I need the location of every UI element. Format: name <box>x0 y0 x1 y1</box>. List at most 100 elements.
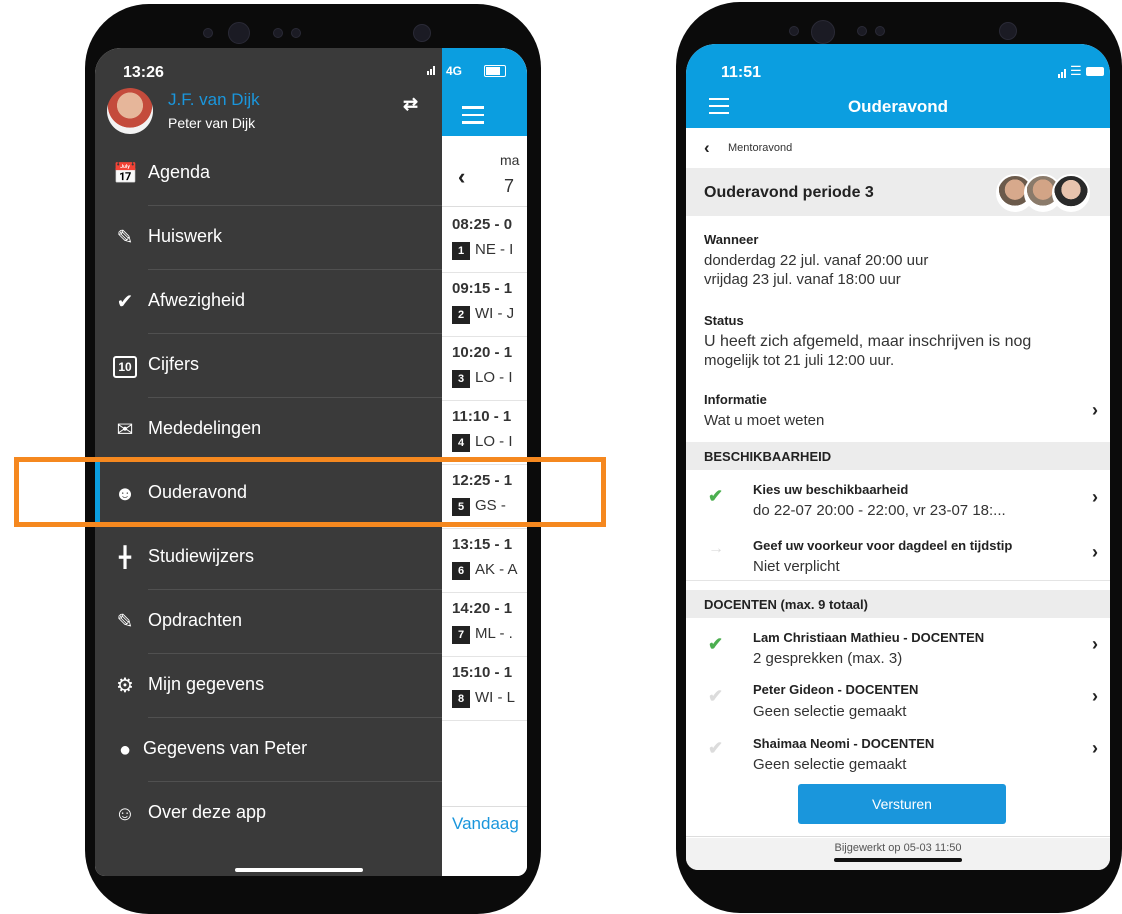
menu-item-huiswerk[interactable]: ✎ Huiswerk <box>95 206 442 270</box>
agenda-row[interactable]: 13:15 - 1 6 AK - A <box>442 528 527 593</box>
when-line2: vrijdag 23 jul. vanaf 18:00 uur <box>704 271 901 288</box>
agenda-time: 09:15 - 1 <box>452 280 513 297</box>
agenda-row[interactable]: 08:25 - 0 1 NE - I <box>442 208 527 273</box>
lesson-subject: LO - I <box>475 433 513 450</box>
agenda-time: 10:20 - 1 <box>452 344 513 361</box>
agenda-row[interactable]: 15:10 - 1 8 WI - L <box>442 656 527 721</box>
chevron-right-icon: › <box>1092 487 1098 507</box>
teacher-row[interactable]: ✔ Lam Christiaan Mathieu - DOCENTEN 2 ge… <box>686 618 1110 672</box>
lesson-hour-badge: 2 <box>452 306 470 324</box>
calendar-icon: 📅 <box>113 163 138 185</box>
menu-item-mijn-gegevens[interactable]: ⚙ Mijn gegevens <box>95 654 442 718</box>
status-section: Status U heeft zich afgemeld, maar insch… <box>686 300 1110 381</box>
lesson-hour-badge: 8 <box>452 690 470 708</box>
agenda-row[interactable]: 09:15 - 1 2 WI - J <box>442 272 527 337</box>
battery-icon <box>484 65 506 77</box>
menu-item-label: Opdrachten <box>148 610 243 630</box>
teachers-header: DOCENTEN (max. 9 totaal) <box>686 590 1110 618</box>
child-name: Peter van Dijk <box>168 115 256 131</box>
when-line1: donderdag 22 jul. vanaf 20:00 uur <box>704 252 929 269</box>
menu-item-label: Huiswerk <box>148 226 223 246</box>
page-title: Ouderavond <box>847 97 949 116</box>
signal-icon <box>427 66 435 75</box>
teachers-header-label: DOCENTEN (max. 9 totaal) <box>704 597 868 612</box>
envelope-icon: ✉ <box>116 419 134 441</box>
agenda-row[interactable]: 10:20 - 1 3 LO - I <box>442 336 527 401</box>
menu-item-afwezigheid[interactable]: ✔ Afwezigheid <box>95 270 442 334</box>
highlight-box <box>14 457 606 527</box>
switch-account-icon[interactable]: ⇄ <box>403 94 418 115</box>
status-line1: U heeft zich afgemeld, maar inschrijven … <box>704 333 1032 350</box>
teacher-row[interactable]: ✔ Shaimaa Neomi - DOCENTEN Geen selectie… <box>686 724 1110 776</box>
edit-icon: ✎ <box>116 227 134 249</box>
chevron-right-icon: › <box>1092 686 1098 706</box>
preference-item[interactable]: → Geef uw voorkeur voor dagdeel en tijds… <box>686 526 1110 581</box>
check-icon: ✔ <box>708 486 724 506</box>
person-icon: ● <box>118 739 132 761</box>
lesson-hour-badge: 1 <box>452 242 470 260</box>
menu-item-cijfers[interactable]: 10 Cijfers <box>95 334 442 398</box>
teacher-name: Shaimaa Neomi - DOCENTEN <box>753 736 935 751</box>
when-section: Wanneer donderdag 22 jul. vanaf 20:00 uu… <box>686 216 1110 301</box>
agenda-time: 15:10 - 1 <box>452 664 513 681</box>
menu-item-gegevens-van-peter[interactable]: ● Gegevens van Peter <box>95 718 442 782</box>
home-indicator <box>235 868 363 872</box>
teacher-status: Geen selectie gemaakt <box>753 756 907 773</box>
menu-item-studiewijzers[interactable]: ╋ Studiewijzers <box>95 526 442 590</box>
availability-header-label: BESCHIKBAARHEID <box>704 449 832 464</box>
lesson-subject: NE - I <box>475 241 514 258</box>
info-row[interactable]: Informatie Wat u moet weten › <box>686 380 1110 443</box>
info-value: Wat u moet weten <box>704 412 825 429</box>
hamburger-icon[interactable] <box>462 106 484 124</box>
assignment-icon: ✎ <box>116 611 134 633</box>
breadcrumb-label: Mentoravond <box>728 142 793 154</box>
chevron-left-icon[interactable]: ‹ <box>704 138 710 158</box>
chevron-right-icon: › <box>1092 400 1098 420</box>
availability-value: do 22-07 20:00 - 22:00, vr 23-07 18:... <box>753 502 1006 519</box>
parent-name: J.F. van Dijk <box>168 90 260 109</box>
right-phone-frame: 11:51 ☰ Ouderavond ‹ Mentoravond Ouderav… <box>676 2 1122 913</box>
today-link[interactable]: Vandaag <box>452 814 519 834</box>
menu-item-opdrachten[interactable]: ✎ Opdrachten <box>95 590 442 654</box>
day-label: ma <box>500 152 520 168</box>
menu-item-over-deze-app[interactable]: ☺ Over deze app <box>95 782 442 846</box>
lesson-hour-badge: 3 <box>452 370 470 388</box>
group-icon: ☺ <box>114 803 136 825</box>
network-label: 4G <box>446 64 463 78</box>
agenda-header: 4G <box>442 48 527 136</box>
teacher-row[interactable]: ✔ Peter Gideon - DOCENTEN Geen selectie … <box>686 672 1110 724</box>
chevron-right-icon: › <box>1092 738 1098 758</box>
date-label: 7 <box>504 176 515 196</box>
menu-item-label: Cijfers <box>148 354 200 374</box>
event-title: Ouderavond periode 3 <box>704 184 874 201</box>
breadcrumb[interactable]: ‹ Mentoravond <box>686 128 1110 168</box>
right-screen: 11:51 ☰ Ouderavond ‹ Mentoravond Ouderav… <box>686 44 1110 870</box>
agenda-row[interactable]: 11:10 - 1 4 LO - I <box>442 400 527 465</box>
agenda-time: 08:25 - 0 <box>452 216 513 233</box>
chevron-right-icon: › <box>1092 634 1098 654</box>
status-line2: mogelijk tot 21 juli 12:00 uur. <box>704 352 895 369</box>
last-updated: Bijgewerkt op 05-03 11:50 <box>834 842 962 854</box>
teacher-name: Lam Christiaan Mathieu - DOCENTEN <box>753 630 985 645</box>
footer: Bijgewerkt op 05-03 11:50 <box>686 838 1110 870</box>
menu-item-agenda[interactable]: 📅 Agenda <box>95 142 442 206</box>
chevron-left-icon[interactable]: ‹ <box>458 164 465 190</box>
menu-item-mededelingen[interactable]: ✉ Mededelingen <box>95 398 442 462</box>
info-label: Informatie <box>704 392 767 407</box>
submit-button[interactable]: Versturen <box>798 784 1006 824</box>
menu-item-label: Studiewijzers <box>148 546 255 566</box>
wifi-icon: ☰ <box>1070 63 1082 78</box>
availability-title: Kies uw beschikbaarheid <box>753 482 909 497</box>
lesson-subject: LO - I <box>475 369 513 386</box>
status-label: Status <box>704 313 744 328</box>
signal-icon <box>1058 68 1068 78</box>
availability-item[interactable]: ✔ Kies uw beschikbaarheid do 22-07 20:00… <box>686 470 1110 527</box>
profile-switcher[interactable]: J.F. van Dijk Peter van Dijk ⇄ <box>107 88 437 134</box>
teacher-status: 2 gesprekken (max. 3) <box>753 650 903 667</box>
agenda-row[interactable]: 14:20 - 1 7 ML - . <box>442 592 527 657</box>
app-header: 11:51 ☰ Ouderavond <box>686 44 1110 128</box>
teacher-avatar <box>1052 174 1090 212</box>
check-icon: ✔ <box>708 634 724 654</box>
check-circle-icon: ✔ <box>116 291 134 313</box>
preference-title: Geef uw voorkeur voor dagdeel en tijdsti… <box>753 538 1013 553</box>
